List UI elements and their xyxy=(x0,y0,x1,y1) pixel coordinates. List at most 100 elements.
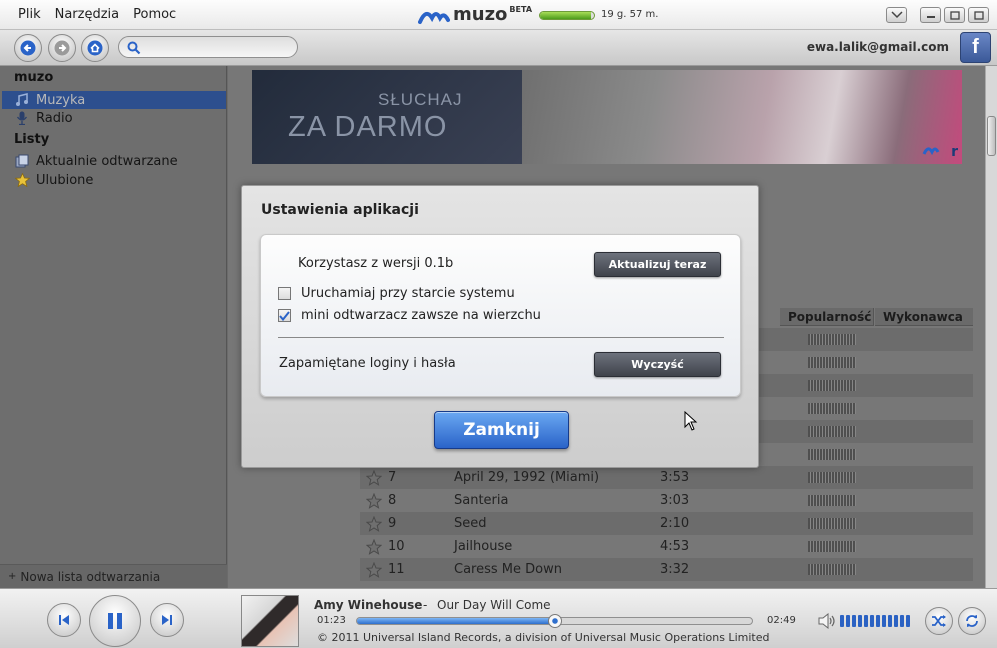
column-header-popularity[interactable]: Popularność xyxy=(780,308,874,326)
repeat-button[interactable] xyxy=(958,607,986,635)
track-number: 11 xyxy=(388,562,405,577)
title-bar: Plik Narzędzia Pomoc muzo BETA 19 g. 57 … xyxy=(0,0,997,30)
now-playing-artist[interactable]: Amy Winehouse xyxy=(314,598,422,612)
sidebar-section-muzo: muzo xyxy=(14,70,54,85)
popularity-bar xyxy=(808,495,856,506)
track-title: April 29, 1992 (Miami) xyxy=(454,470,600,485)
divider xyxy=(278,337,724,338)
column-header-label: Wykonawca xyxy=(883,309,963,324)
track-title: Seed xyxy=(454,516,487,531)
volume-segment xyxy=(846,615,850,627)
facebook-button[interactable]: f xyxy=(960,32,991,63)
app-logo: muzo BETA xyxy=(418,4,532,26)
vertical-scrollbar[interactable] xyxy=(985,66,997,588)
maximize-button[interactable] xyxy=(944,7,965,23)
settings-dialog: Ustawienia aplikacji Korzystasz z wersji… xyxy=(241,185,759,468)
volume-segment xyxy=(882,615,886,627)
next-button[interactable] xyxy=(150,603,184,637)
table-row[interactable]: 10 Jailhouse 4:53 xyxy=(360,535,973,558)
volume-icon[interactable] xyxy=(817,613,837,629)
sidebar-item-favorites[interactable]: Ulubione xyxy=(2,171,226,189)
player-bar: Amy Winehouse - Our Day Will Come 01:23 … xyxy=(0,588,997,648)
close-dialog-button[interactable]: Zamknij xyxy=(434,411,569,449)
track-duration: 3:03 xyxy=(660,493,690,508)
listening-quota-text: 19 g. 57 m. xyxy=(601,9,659,20)
menu-file[interactable]: Plik xyxy=(18,7,41,22)
forward-button[interactable] xyxy=(48,34,76,62)
progress-slider[interactable] xyxy=(356,614,753,628)
sidebar-item-radio[interactable]: Radio xyxy=(2,109,226,127)
popularity-bar xyxy=(808,472,856,483)
shuffle-icon xyxy=(932,615,946,627)
table-row[interactable]: 8 Santeria 3:03 xyxy=(360,489,973,512)
sidebar-item-music[interactable]: Muzyka xyxy=(2,91,226,109)
popularity-bar xyxy=(808,380,856,391)
track-duration: 3:32 xyxy=(660,562,690,577)
menu-tools[interactable]: Narzędzia xyxy=(55,7,120,22)
sidebar-item-label: Radio xyxy=(36,110,73,126)
track-duration: 4:53 xyxy=(660,539,690,554)
shuffle-button[interactable] xyxy=(925,607,953,635)
volume-segment xyxy=(870,615,874,627)
startup-checkbox[interactable] xyxy=(278,287,291,300)
beta-badge: BETA xyxy=(509,5,533,14)
track-title: Caress Me Down xyxy=(454,562,562,577)
pause-icon xyxy=(108,613,122,629)
scrollbar-thumb[interactable] xyxy=(987,116,996,156)
volume-segment xyxy=(894,615,898,627)
time-total: 02:49 xyxy=(767,615,796,626)
saved-logins-label: Zapamiętane loginy i hasła xyxy=(279,356,456,371)
table-row[interactable]: 11 Caress Me Down 3:32 xyxy=(360,558,973,581)
menu-help[interactable]: Pomoc xyxy=(133,7,176,22)
track-number: 10 xyxy=(388,539,405,554)
popularity-bar xyxy=(808,564,856,575)
table-row[interactable]: 7 April 29, 1992 (Miami) 3:53 xyxy=(360,466,973,489)
toolbar: ewa.lalik@gmail.com f xyxy=(0,30,997,66)
volume-slider[interactable] xyxy=(840,615,912,627)
star-outline-icon[interactable] xyxy=(366,469,382,486)
search-box[interactable] xyxy=(118,36,298,58)
popularity-bar xyxy=(808,403,856,414)
ontop-checkbox-row[interactable]: mini odtwarzacz zawsze na wierzchu xyxy=(278,308,541,323)
muzo-logo-icon xyxy=(418,11,450,24)
minimize-button[interactable] xyxy=(920,7,941,23)
previous-button[interactable] xyxy=(47,603,81,637)
startup-checkbox-label: Uruchamiaj przy starcie systemu xyxy=(301,286,515,301)
star-outline-icon[interactable] xyxy=(366,515,382,532)
facebook-icon: f xyxy=(972,36,979,58)
back-button[interactable] xyxy=(14,34,42,62)
search-input[interactable] xyxy=(147,39,292,55)
next-icon xyxy=(162,615,172,625)
user-email[interactable]: ewa.lalik@gmail.com xyxy=(807,40,949,54)
new-playlist-label: Nowa lista odtwarzania xyxy=(20,569,161,584)
progress-knob[interactable] xyxy=(547,614,562,628)
search-icon xyxy=(127,41,141,55)
clear-button[interactable]: Wyczyść xyxy=(594,352,721,377)
ontop-checkbox[interactable] xyxy=(278,309,291,322)
close-window-button[interactable] xyxy=(968,7,989,23)
star-outline-icon[interactable] xyxy=(366,492,382,509)
pause-button[interactable] xyxy=(89,595,141,647)
update-now-button[interactable]: Aktualizuj teraz xyxy=(594,252,721,277)
volume-segment xyxy=(876,615,880,627)
column-header-artist[interactable]: Wykonawca xyxy=(875,308,973,326)
quota-fill xyxy=(540,12,592,19)
album-cover[interactable] xyxy=(241,595,299,647)
star-outline-icon[interactable] xyxy=(366,561,382,578)
muzo-logo-icon xyxy=(922,147,940,156)
new-playlist-button[interactable]: + Nowa lista odtwarzania xyxy=(0,564,227,588)
ad-banner[interactable]: SŁUCHAJ ZA DARMO r xyxy=(252,70,962,164)
home-button[interactable] xyxy=(81,34,109,62)
track-title: Jailhouse xyxy=(454,539,513,554)
table-row[interactable]: 9 Seed 2:10 xyxy=(360,512,973,535)
banner-logo: r xyxy=(922,144,958,160)
mini-player-button[interactable] xyxy=(886,7,907,23)
startup-checkbox-row[interactable]: Uruchamiaj przy starcie systemu xyxy=(278,286,515,301)
track-duration: 3:53 xyxy=(660,470,690,485)
banner-line1: SŁUCHAJ xyxy=(378,90,463,109)
sidebar-item-now-playing[interactable]: Aktualnie odtwarzane xyxy=(2,152,226,170)
sidebar-section-lists: Listy xyxy=(14,132,50,147)
volume-segment xyxy=(888,615,892,627)
star-outline-icon[interactable] xyxy=(366,538,382,555)
dialog-title: Ustawienia aplikacji xyxy=(261,202,419,218)
